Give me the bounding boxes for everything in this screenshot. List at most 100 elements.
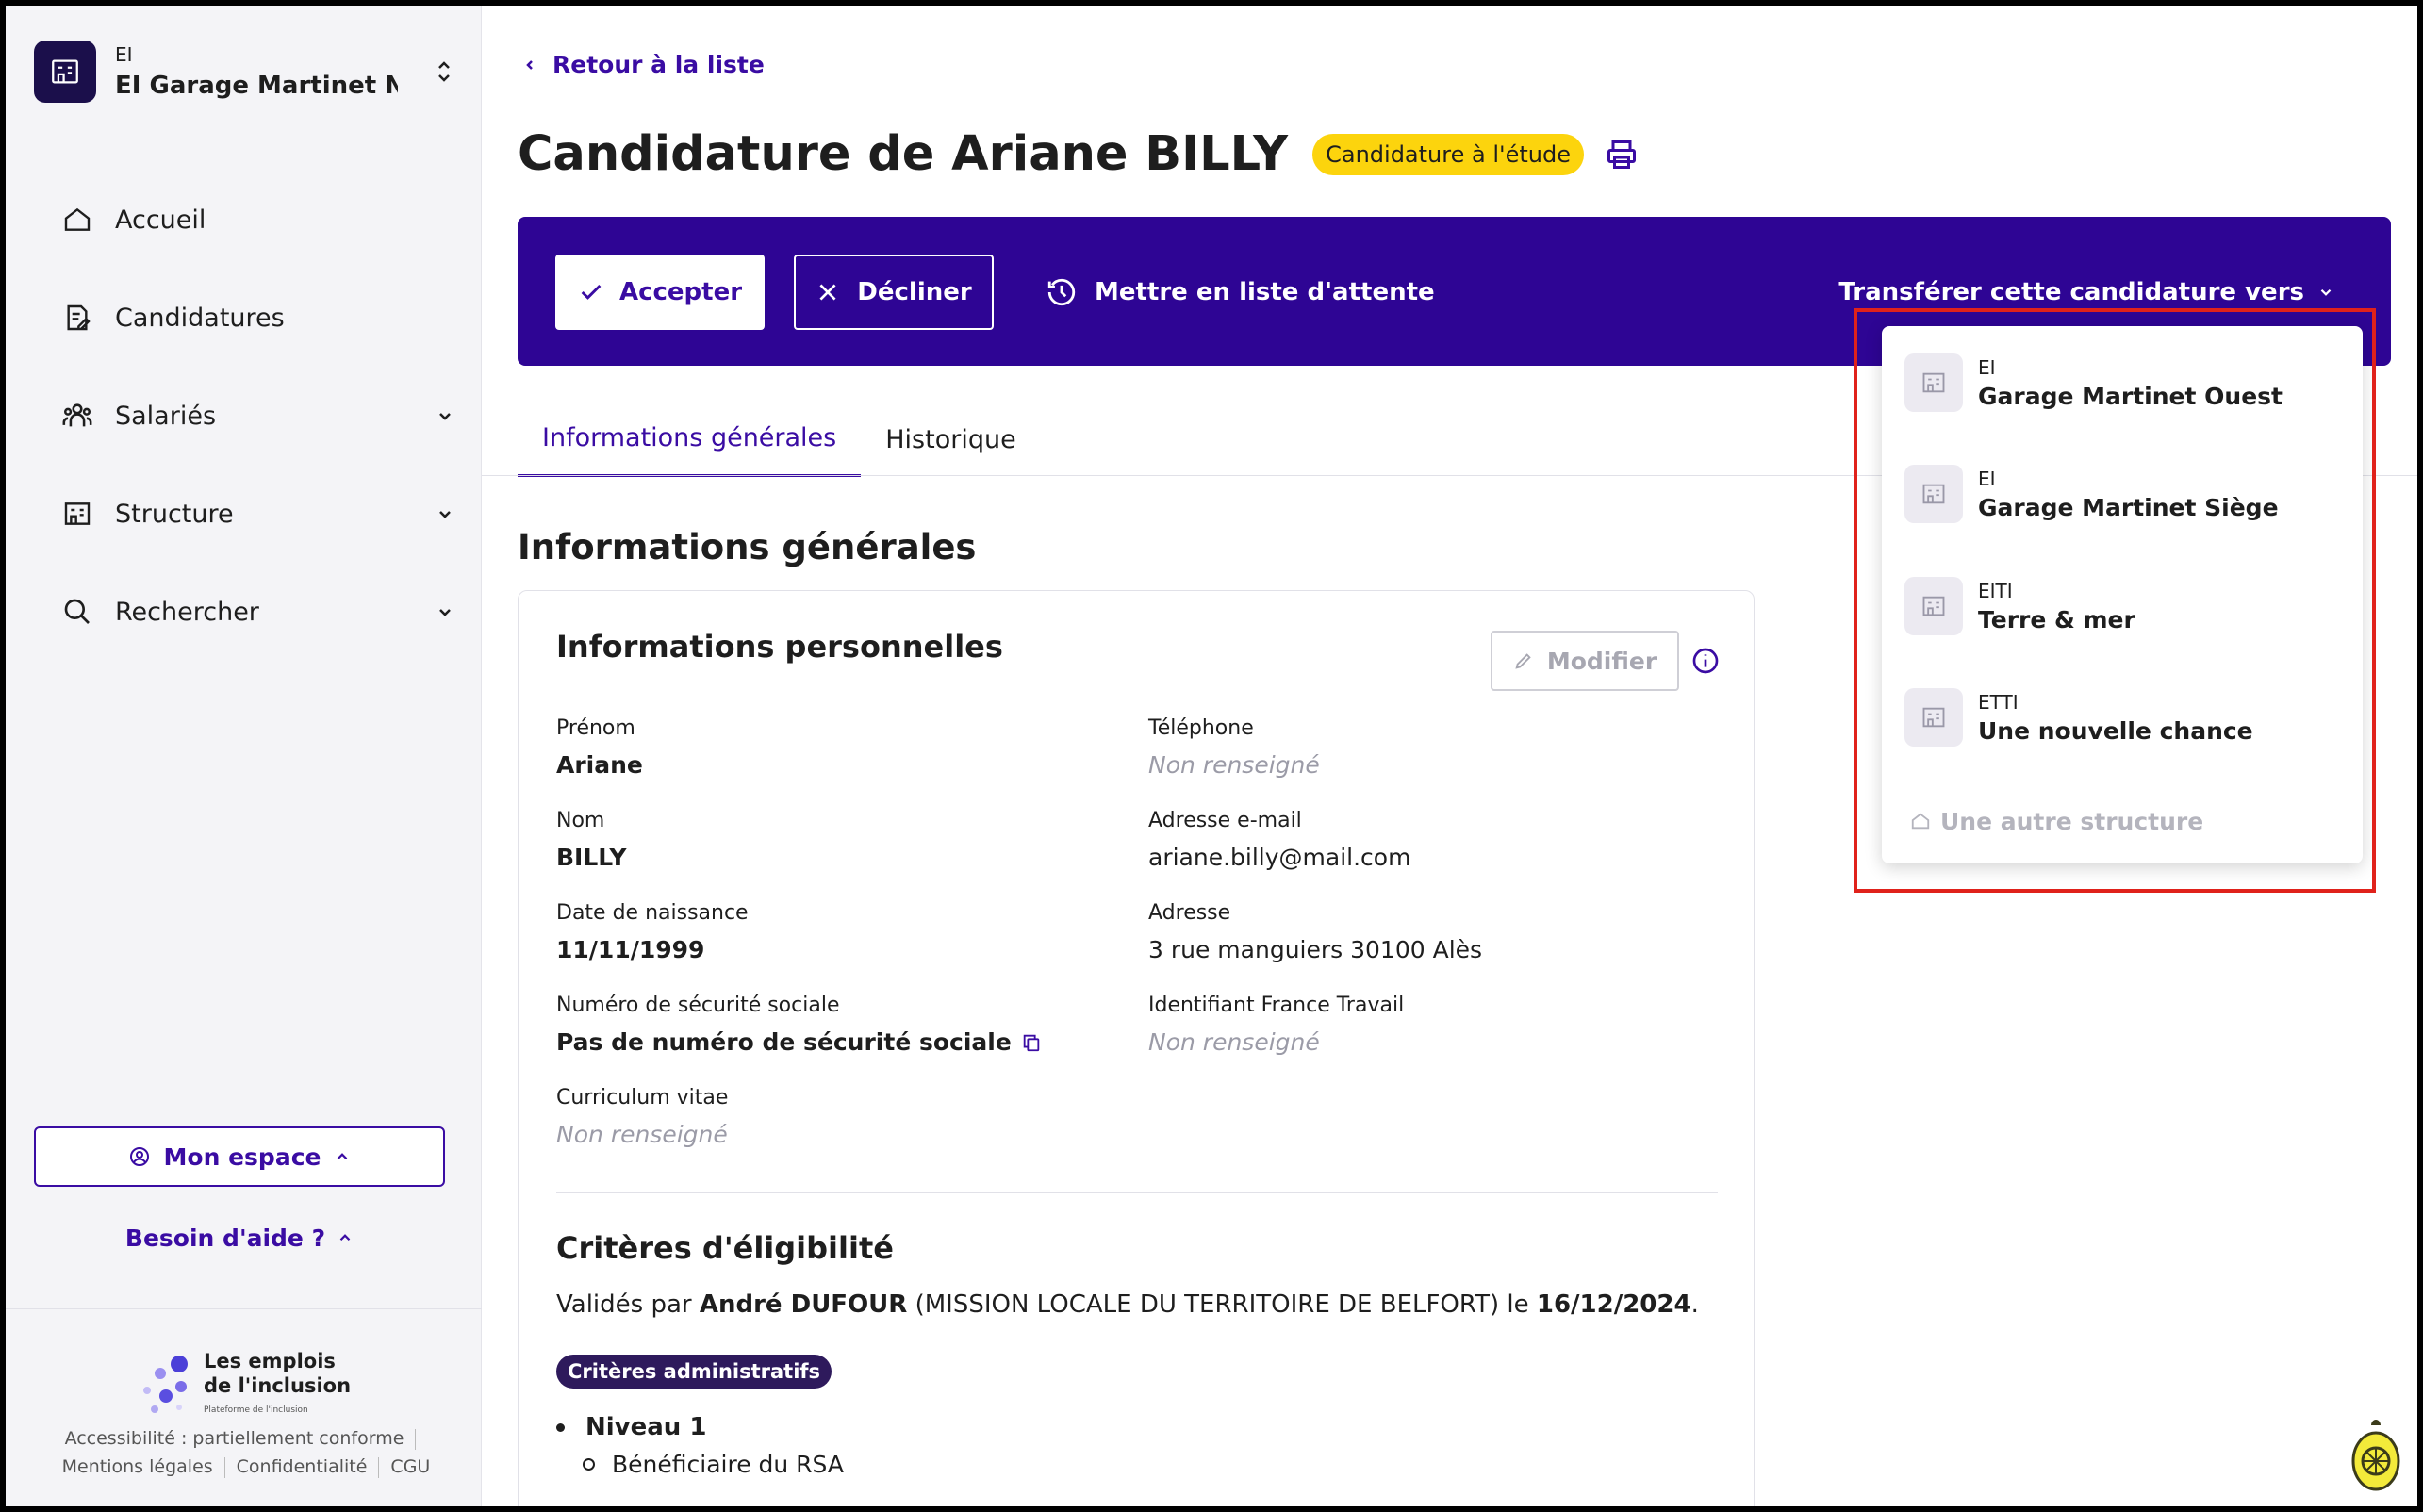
printer-icon[interactable] xyxy=(1603,136,1640,173)
mon-espace-button[interactable]: Mon espace xyxy=(34,1126,445,1187)
sidebar-divider xyxy=(6,1308,482,1309)
field-telephone: Téléphone Non renseigné xyxy=(1148,716,1320,779)
field-value: BILLY xyxy=(556,844,627,871)
field-nom: Nom BILLY xyxy=(556,809,626,871)
criteria-chip: Critères administratifs xyxy=(556,1355,832,1389)
cgu-link[interactable]: CGU xyxy=(390,1456,430,1477)
section-title: Informations générales xyxy=(518,527,977,567)
sidebar-item-candidatures[interactable]: Candidatures xyxy=(60,269,456,367)
sidebar-item-label: Structure xyxy=(115,499,234,529)
user-circle-icon xyxy=(129,1147,149,1166)
field-adresse: Adresse 3 rue manguiers 30100 Alès xyxy=(1148,901,1482,963)
sidebar-item-salaries[interactable]: Salariés xyxy=(60,367,456,465)
waitlist-button[interactable]: Mettre en liste d'attente xyxy=(1046,255,1435,330)
card-divider xyxy=(556,1192,1718,1193)
field-label: Adresse e-mail xyxy=(1148,809,1302,832)
tab-historique[interactable]: Historique xyxy=(861,402,1040,477)
status-badge: Candidature à l'étude xyxy=(1312,133,1584,175)
legal-link[interactable]: Mentions légales xyxy=(62,1456,213,1477)
transfer-label: Transférer cette candidature vers xyxy=(1838,278,2304,306)
field-value: Non renseigné xyxy=(1148,751,1320,779)
org-kind: EI xyxy=(115,43,133,66)
building-icon xyxy=(60,497,94,531)
highlight-annotation xyxy=(1854,308,2376,893)
building-icon xyxy=(34,41,96,103)
modify-label: Modifier xyxy=(1546,647,1657,675)
field-label: Date de naissance xyxy=(556,901,749,925)
chevron-down-icon xyxy=(434,600,456,623)
eligibility-text: Validés par André DUFOUR (MISSION LOCALE… xyxy=(556,1290,1699,1319)
elig-date: 16/12/2024 xyxy=(1536,1290,1691,1319)
back-label: Retour à la liste xyxy=(552,51,765,78)
footer-links: Accessibilité : partiellement conforme M… xyxy=(25,1424,468,1481)
back-link[interactable]: Retour à la liste xyxy=(524,51,765,78)
sidebar-nav: Accueil Candidatures Salariés Structure … xyxy=(60,171,456,661)
elig-prefix: Validés par xyxy=(556,1290,700,1319)
waitlist-label: Mettre en liste d'attente xyxy=(1095,278,1435,306)
chevron-up-icon xyxy=(339,1234,351,1241)
elig-org: (MISSION LOCALE DU TERRITOIRE DE BELFORT… xyxy=(907,1290,1537,1319)
field-value: Ariane xyxy=(556,751,643,779)
modify-button[interactable]: Modifier xyxy=(1491,631,1679,691)
field-value: Non renseigné xyxy=(556,1121,728,1148)
org-switcher[interactable]: EI EI Garage Martinet N... xyxy=(34,34,458,109)
field-prenom: Prénom Ariane xyxy=(556,716,643,779)
info-icon[interactable] xyxy=(1690,646,1721,676)
home-icon xyxy=(60,203,94,237)
secu-value: Pas de numéro de sécurité sociale xyxy=(556,1028,1012,1056)
field-value: Pas de numéro de sécurité sociale xyxy=(556,1028,1042,1056)
card-title: Informations personnelles xyxy=(556,629,1003,665)
sidebar-item-label: Rechercher xyxy=(115,597,259,627)
chevron-down-icon xyxy=(2320,288,2332,296)
field-value: ariane.billy@mail.com xyxy=(1148,844,1411,871)
field-date-naissance: Date de naissance 11/11/1999 xyxy=(556,901,749,963)
criteria-level: Niveau 1 xyxy=(556,1413,706,1441)
chevron-down-icon xyxy=(434,404,456,427)
field-label: Curriculum vitae xyxy=(556,1086,729,1109)
brand-dots-icon xyxy=(138,1353,194,1419)
help-button[interactable]: Besoin d'aide ? xyxy=(34,1214,445,1261)
field-label: Prénom xyxy=(556,716,635,740)
tab-informations-generales[interactable]: Informations générales xyxy=(518,402,862,477)
sidebar-item-rechercher[interactable]: Rechercher xyxy=(60,563,456,661)
field-label: Téléphone xyxy=(1148,716,1254,740)
team-icon xyxy=(60,399,94,433)
personal-info-card: Informations personnelles Modifier Préno… xyxy=(518,590,1755,1506)
title-row: Candidature de Ariane BILLY Candidature … xyxy=(518,126,1640,182)
chevron-up-icon xyxy=(338,1153,348,1160)
brand-tagline: Plateforme de l'inclusion xyxy=(204,1405,308,1415)
sidebar-item-structure[interactable]: Structure xyxy=(60,465,456,563)
lemon-help-icon[interactable] xyxy=(2349,1416,2402,1495)
accessibility-link[interactable]: Accessibilité : partiellement conforme xyxy=(65,1428,404,1449)
sidebar-item-label: Candidatures xyxy=(115,303,285,333)
elig-validator: André DUFOUR xyxy=(699,1290,908,1319)
field-value: 11/11/1999 xyxy=(556,936,705,963)
decline-button[interactable]: Décliner xyxy=(794,255,994,330)
file-edit-icon xyxy=(60,301,94,335)
field-value: Non renseigné xyxy=(1148,1028,1320,1056)
brand-line2: de l'inclusion xyxy=(204,1374,352,1397)
field-email: Adresse e-mail ariane.billy@mail.com xyxy=(1148,809,1410,871)
search-icon xyxy=(60,595,94,629)
brand-logo[interactable]: Les emplois de l'inclusion Plateforme de… xyxy=(138,1349,351,1422)
tabs: Informations générales Historique xyxy=(518,402,1041,477)
check-icon xyxy=(581,284,602,300)
close-icon xyxy=(819,284,836,301)
pencil-icon xyxy=(1515,653,1531,669)
decline-label: Décliner xyxy=(857,278,972,306)
accept-button[interactable]: Accepter xyxy=(555,255,765,330)
chevron-updown-icon[interactable] xyxy=(430,53,458,90)
privacy-link[interactable]: Confidentialité xyxy=(237,1456,368,1477)
help-label: Besoin d'aide ? xyxy=(124,1224,326,1252)
field-label: Numéro de sécurité sociale xyxy=(556,994,840,1017)
copy-icon[interactable] xyxy=(1021,1032,1042,1053)
field-label: Identifiant France Travail xyxy=(1148,994,1405,1017)
chevron-left-icon xyxy=(526,59,533,70)
criteria-item: Bénéficiaire du RSA xyxy=(583,1451,844,1478)
mon-espace-label: Mon espace xyxy=(163,1142,321,1171)
page-title: Candidature de Ariane BILLY xyxy=(518,126,1289,182)
field-label: Adresse xyxy=(1148,901,1231,925)
sidebar-item-accueil[interactable]: Accueil xyxy=(60,171,456,269)
field-france-travail: Identifiant France Travail Non renseigné xyxy=(1148,994,1404,1056)
field-secu: Numéro de sécurité sociale Pas de numéro… xyxy=(556,994,1042,1056)
